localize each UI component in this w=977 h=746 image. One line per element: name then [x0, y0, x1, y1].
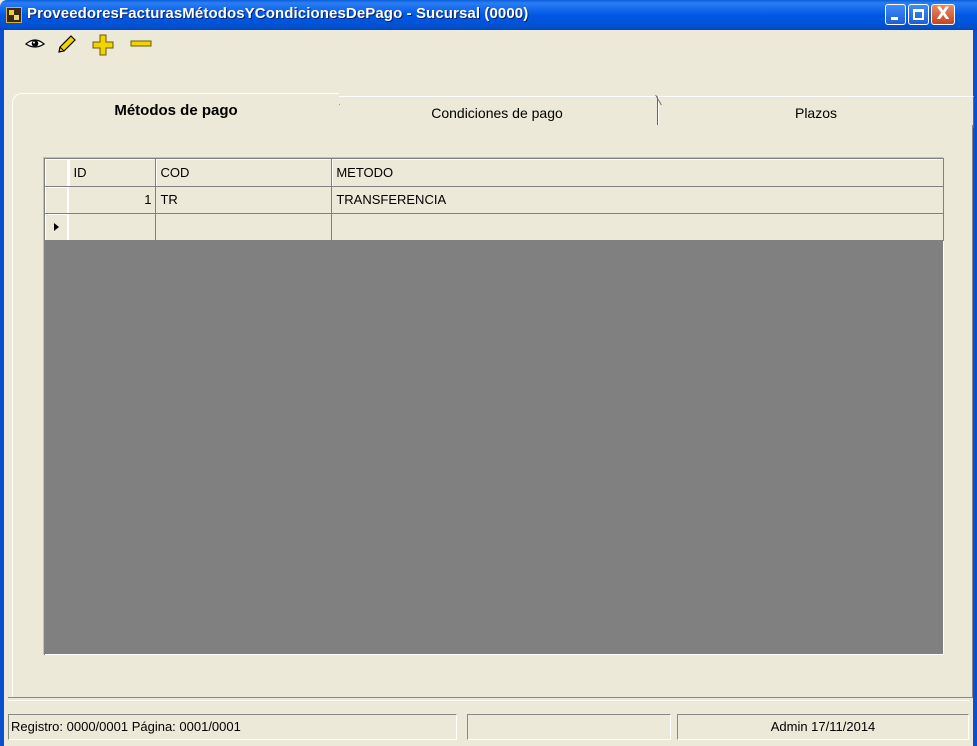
add-button[interactable]: [92, 34, 114, 56]
cell-metodo[interactable]: TRANSFERENCIA: [331, 186, 944, 214]
cell-id[interactable]: [68, 213, 157, 241]
app-icon[interactable]: [6, 7, 22, 23]
data-grid[interactable]: ID COD METODO 1 TR TRANSFERENCIA: [43, 157, 944, 655]
tab-strip: Métodos de pago Condiciones de pago Plaz…: [12, 93, 974, 128]
grid-table: ID COD METODO 1 TR TRANSFERENCIA: [45, 159, 944, 241]
window-frame-right: [973, 30, 977, 746]
tab-condiciones-de-pago[interactable]: Condiciones de pago: [336, 96, 658, 128]
cell-metodo[interactable]: [331, 213, 944, 241]
column-header-id[interactable]: ID: [68, 159, 157, 187]
grid-body: ID COD METODO 1 TR TRANSFERENCIA: [44, 158, 944, 655]
status-bar: Registro: 0000/0001 Página: 0001/0001 Ad…: [4, 714, 973, 742]
row-indicator[interactable]: [45, 186, 70, 214]
column-header-metodo[interactable]: METODO: [331, 159, 944, 187]
grid-header-row: ID COD METODO: [45, 159, 944, 187]
tab-plazos[interactable]: Plazos: [658, 96, 974, 128]
column-header-cod[interactable]: COD: [155, 159, 333, 187]
close-icon: X: [936, 4, 950, 24]
cell-cod[interactable]: [155, 213, 333, 241]
table-row-new[interactable]: [45, 213, 944, 241]
view-button[interactable]: [24, 34, 46, 54]
cell-id[interactable]: 1: [68, 186, 157, 214]
maximize-button[interactable]: [908, 4, 929, 25]
pencil-icon: [58, 35, 76, 53]
toolbar: [4, 30, 973, 58]
status-user-date: Admin 17/11/2014: [677, 714, 969, 740]
table-row[interactable]: 1 TR TRANSFERENCIA: [45, 186, 944, 214]
window-frame-left: [0, 30, 4, 746]
plus-icon: [92, 34, 114, 56]
close-button[interactable]: X: [931, 4, 955, 25]
header-corner: [45, 159, 70, 187]
eye-icon: [24, 39, 46, 48]
bottom-separator: [8, 697, 969, 701]
window-title: ProveedoresFacturasMétodosYCondicionesDe…: [27, 5, 529, 22]
title-bar[interactable]: ProveedoresFacturasMétodosYCondicionesDe…: [0, 0, 977, 30]
status-middle: [467, 714, 671, 740]
current-row-indicator[interactable]: [45, 213, 70, 241]
row-pointer-icon: [54, 223, 60, 231]
main-window: ProveedoresFacturasMétodosYCondicionesDe…: [0, 0, 977, 746]
tab-metodos-de-pago[interactable]: Métodos de pago: [12, 93, 339, 127]
minimize-button[interactable]: [885, 4, 906, 25]
cell-cod[interactable]: TR: [155, 186, 333, 214]
remove-button[interactable]: [130, 34, 152, 54]
minus-icon: [130, 40, 152, 47]
edit-button[interactable]: [56, 34, 78, 54]
status-record-info: Registro: 0000/0001 Página: 0001/0001: [8, 714, 457, 740]
